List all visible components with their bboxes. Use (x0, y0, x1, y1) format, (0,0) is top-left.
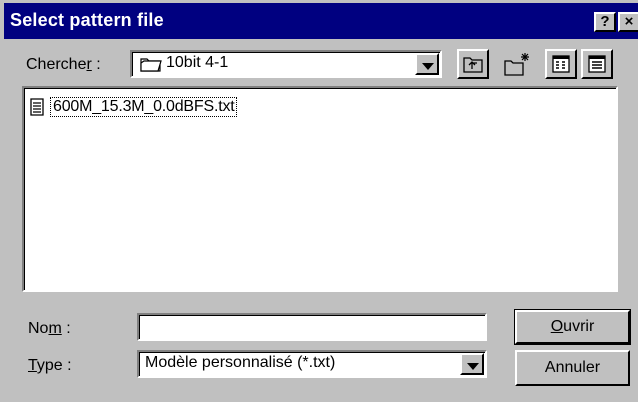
open-button-label: uvrir (563, 318, 595, 335)
close-button[interactable]: × (618, 12, 638, 32)
window-title: Select pattern file (10, 10, 164, 30)
name-label-mnemonic: m (48, 320, 62, 337)
up-one-level-icon (463, 55, 483, 78)
details-view-button[interactable] (581, 49, 613, 79)
file-name-input[interactable] (137, 313, 487, 341)
cancel-button[interactable]: Annuler (515, 350, 630, 386)
type-label-text: ype : (36, 357, 72, 374)
file-type-dropdown-button[interactable] (460, 353, 484, 375)
name-label-text: No (28, 320, 49, 337)
help-button[interactable]: ? (594, 12, 616, 32)
file-type-selected: Modèle personnalisé (*.txt) (145, 354, 336, 371)
file-type-select[interactable]: Modèle personnalisé (*.txt) (137, 350, 487, 378)
folder-icon (140, 56, 162, 77)
name-label: Nom : (28, 320, 71, 338)
look-in-folder-name: 10bit 4-1 (166, 54, 229, 71)
new-folder-button[interactable] (501, 49, 533, 79)
list-view-icon (552, 55, 570, 78)
look-in-label: Chercher : (26, 56, 101, 74)
name-label-colon: : (61, 320, 71, 337)
file-list[interactable]: 600M_15.3M_0.0dBFS.txt (22, 86, 618, 292)
type-label-mnemonic: T (28, 357, 37, 374)
title-bar: Select pattern file ? × (4, 3, 638, 39)
text-file-icon (30, 98, 44, 116)
new-folder-icon (503, 51, 531, 82)
list-view-button[interactable] (545, 49, 577, 79)
select-pattern-file-dialog: Select pattern file ? × Chercher : 10bit… (0, 0, 638, 402)
type-label: Type : (28, 357, 72, 375)
look-in-label-colon: : (91, 56, 101, 73)
look-in-label-text: Cherche (26, 56, 87, 73)
up-one-level-button[interactable] (457, 49, 489, 79)
open-button[interactable]: Ouvrir (514, 309, 631, 345)
file-name: 600M_15.3M_0.0dBFS.txt (50, 97, 238, 117)
look-in-dropdown-button[interactable] (415, 53, 439, 75)
look-in-combo[interactable]: 10bit 4-1 (130, 50, 442, 78)
open-button-mnemonic: O (550, 318, 564, 335)
list-item[interactable]: 600M_15.3M_0.0dBFS.txt (30, 96, 238, 118)
details-view-icon (588, 55, 606, 78)
